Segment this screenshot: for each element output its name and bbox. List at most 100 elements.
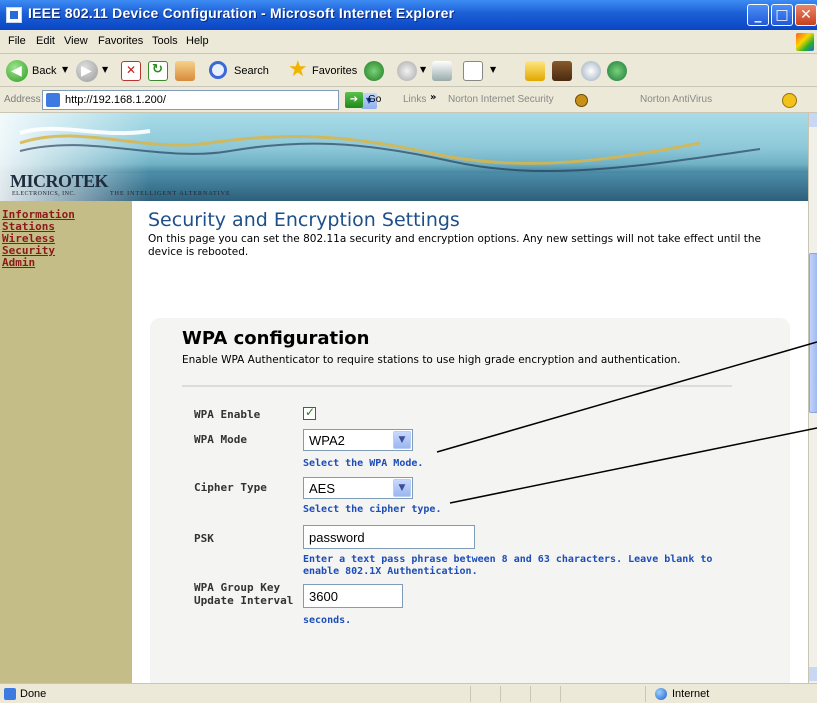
status-divider [645, 686, 646, 702]
status-bar: Done Internet [0, 683, 817, 703]
go-button[interactable]: Go [368, 94, 381, 105]
internet-globe-icon [655, 688, 667, 700]
favorites-star-icon[interactable]: ★ [288, 57, 308, 82]
left-nav: Information Stations Wireless Security A… [0, 201, 132, 683]
links-more-icon[interactable]: » [430, 92, 436, 103]
wpa-config-title: WPA configuration [182, 328, 370, 349]
wpa-config-description: Enable WPA Authenticator to require stat… [182, 354, 681, 366]
menu-view[interactable]: View [64, 35, 88, 47]
group-key-interval-input[interactable]: 3600 [303, 584, 403, 608]
cipher-type-value: AES [309, 481, 336, 496]
edit-icon[interactable] [463, 61, 483, 81]
window-title: IEEE 802.11 Device Configuration - Micro… [28, 5, 455, 21]
minimize-button[interactable]: _ [747, 4, 769, 26]
status-divider [530, 686, 531, 702]
chevron-down-icon[interactable]: ▼ [393, 431, 411, 449]
search-label[interactable]: Search [234, 65, 269, 77]
page-icon [46, 93, 60, 107]
favorites-label[interactable]: Favorites [312, 65, 357, 77]
browser-window: IEEE 802.11 Device Configuration - Micro… [0, 0, 817, 703]
psk-input[interactable]: password [303, 525, 475, 549]
banner-wave-graphic [19, 126, 761, 172]
menu-tools[interactable]: Tools [152, 35, 178, 47]
go-arrow-icon[interactable]: ➔ [345, 92, 363, 108]
page-done-icon [4, 688, 16, 700]
forward-dropdown-icon[interactable]: ▼ [102, 65, 108, 74]
norton-antivirus-icon[interactable] [782, 93, 797, 108]
cipher-type-label: Cipher Type [194, 481, 267, 494]
refresh-icon[interactable] [148, 61, 168, 81]
wpa-mode-hint: Select the WPA Mode. [303, 458, 424, 469]
back-dropdown-icon[interactable]: ▼ [62, 65, 68, 74]
folder-icon[interactable] [525, 61, 545, 81]
norton-internet-security[interactable]: Norton Internet Security [448, 94, 554, 105]
research-icon[interactable] [552, 61, 572, 81]
back-label[interactable]: Back [32, 65, 56, 77]
wpa-mode-select[interactable]: WPA2 ▼ [303, 429, 413, 451]
close-button[interactable]: ✕ [795, 4, 817, 26]
menu-edit[interactable]: Edit [36, 35, 55, 47]
mail-dropdown-icon[interactable]: ▼ [420, 65, 426, 74]
psk-hint: Enter a text pass phrase between 8 and 6… [303, 554, 713, 577]
address-input[interactable]: http://192.168.1.200/ ▼ [42, 90, 377, 110]
menu-help[interactable]: Help [186, 35, 209, 47]
status-divider [560, 686, 561, 702]
norton-security-icon[interactable] [575, 94, 588, 107]
menu-file[interactable]: File [8, 35, 26, 47]
status-divider [500, 686, 501, 702]
vertical-scrollbar[interactable] [808, 113, 817, 683]
title-bar: IEEE 802.11 Device Configuration - Micro… [0, 0, 817, 30]
mail-icon[interactable] [397, 61, 417, 81]
wpa-enable-checkbox[interactable]: ✓ [303, 405, 316, 420]
edit-dropdown-icon[interactable]: ▼ [490, 65, 496, 74]
back-button[interactable]: ◀ [6, 60, 28, 82]
address-label: Address [4, 94, 41, 105]
wpa-mode-value: WPA2 [309, 433, 345, 448]
messenger-icon[interactable] [607, 61, 627, 81]
page-description: On this page you can set the 802.11a sec… [148, 233, 761, 258]
home-icon[interactable] [175, 61, 195, 81]
back-arrow-icon: ◀ [11, 63, 22, 79]
ie-page-icon [6, 7, 22, 23]
scroll-thumb[interactable] [809, 253, 817, 413]
toolbar: ◀ Back ▼ ▶ ▼ Search ★ Favorites ▼ ▼ [0, 55, 817, 87]
maximize-button[interactable]: □ [771, 4, 793, 26]
divider [182, 385, 732, 387]
nav-admin[interactable]: Admin [0, 257, 75, 269]
address-bar: Address http://192.168.1.200/ ▼ ➔ Go Lin… [0, 87, 817, 113]
windows-logo-icon [796, 33, 814, 51]
checkmark-icon: ✓ [305, 405, 316, 419]
banner-tagline: THE INTELLIGENT ALTERNATIVE [110, 191, 231, 197]
cipher-type-select[interactable]: AES ▼ [303, 477, 413, 499]
address-url[interactable]: http://192.168.1.200/ [65, 94, 166, 106]
discuss-icon[interactable] [581, 61, 601, 81]
links-label[interactable]: Links [403, 94, 426, 105]
media-icon[interactable] [364, 61, 384, 81]
chevron-down-icon[interactable]: ▼ [393, 479, 411, 497]
microtek-logo: MICROTEK [10, 171, 109, 191]
psk-value: password [309, 530, 365, 545]
menu-favorites[interactable]: Favorites [98, 35, 143, 47]
scroll-down-button[interactable] [809, 667, 817, 681]
status-divider [470, 686, 471, 702]
wpa-enable-label: WPA Enable [194, 408, 261, 421]
search-icon[interactable] [209, 61, 227, 79]
norton-antivirus[interactable]: Norton AntiVirus [640, 94, 712, 105]
psk-label: PSK [194, 532, 214, 545]
page-viewport: MICROTEK ELECTRONICS, INC. THE INTELLIGE… [0, 113, 808, 683]
status-text: Done [20, 688, 47, 700]
zone-text: Internet [672, 688, 710, 700]
print-icon[interactable] [432, 61, 452, 81]
wpa-config-card: WPA configuration Enable WPA Authenticat… [178, 328, 738, 683]
cipher-type-hint: Select the cipher type. [303, 504, 442, 515]
forward-button[interactable]: ▶ [76, 60, 98, 82]
logo-subtitle: ELECTRONICS, INC. [12, 191, 76, 197]
menu-bar: File Edit View Favorites Tools Help [0, 30, 817, 54]
main-content: Security and Encryption Settings On this… [148, 201, 798, 683]
group-key-interval-value: 3600 [309, 589, 338, 604]
settings-panel: WPA configuration Enable WPA Authenticat… [150, 318, 790, 683]
group-key-interval-label: WPA Group Key Update Interval [194, 581, 294, 607]
scroll-up-button[interactable] [809, 113, 817, 127]
stop-icon[interactable] [121, 61, 141, 81]
header-banner: MICROTEK ELECTRONICS, INC. THE INTELLIGE… [0, 113, 808, 201]
